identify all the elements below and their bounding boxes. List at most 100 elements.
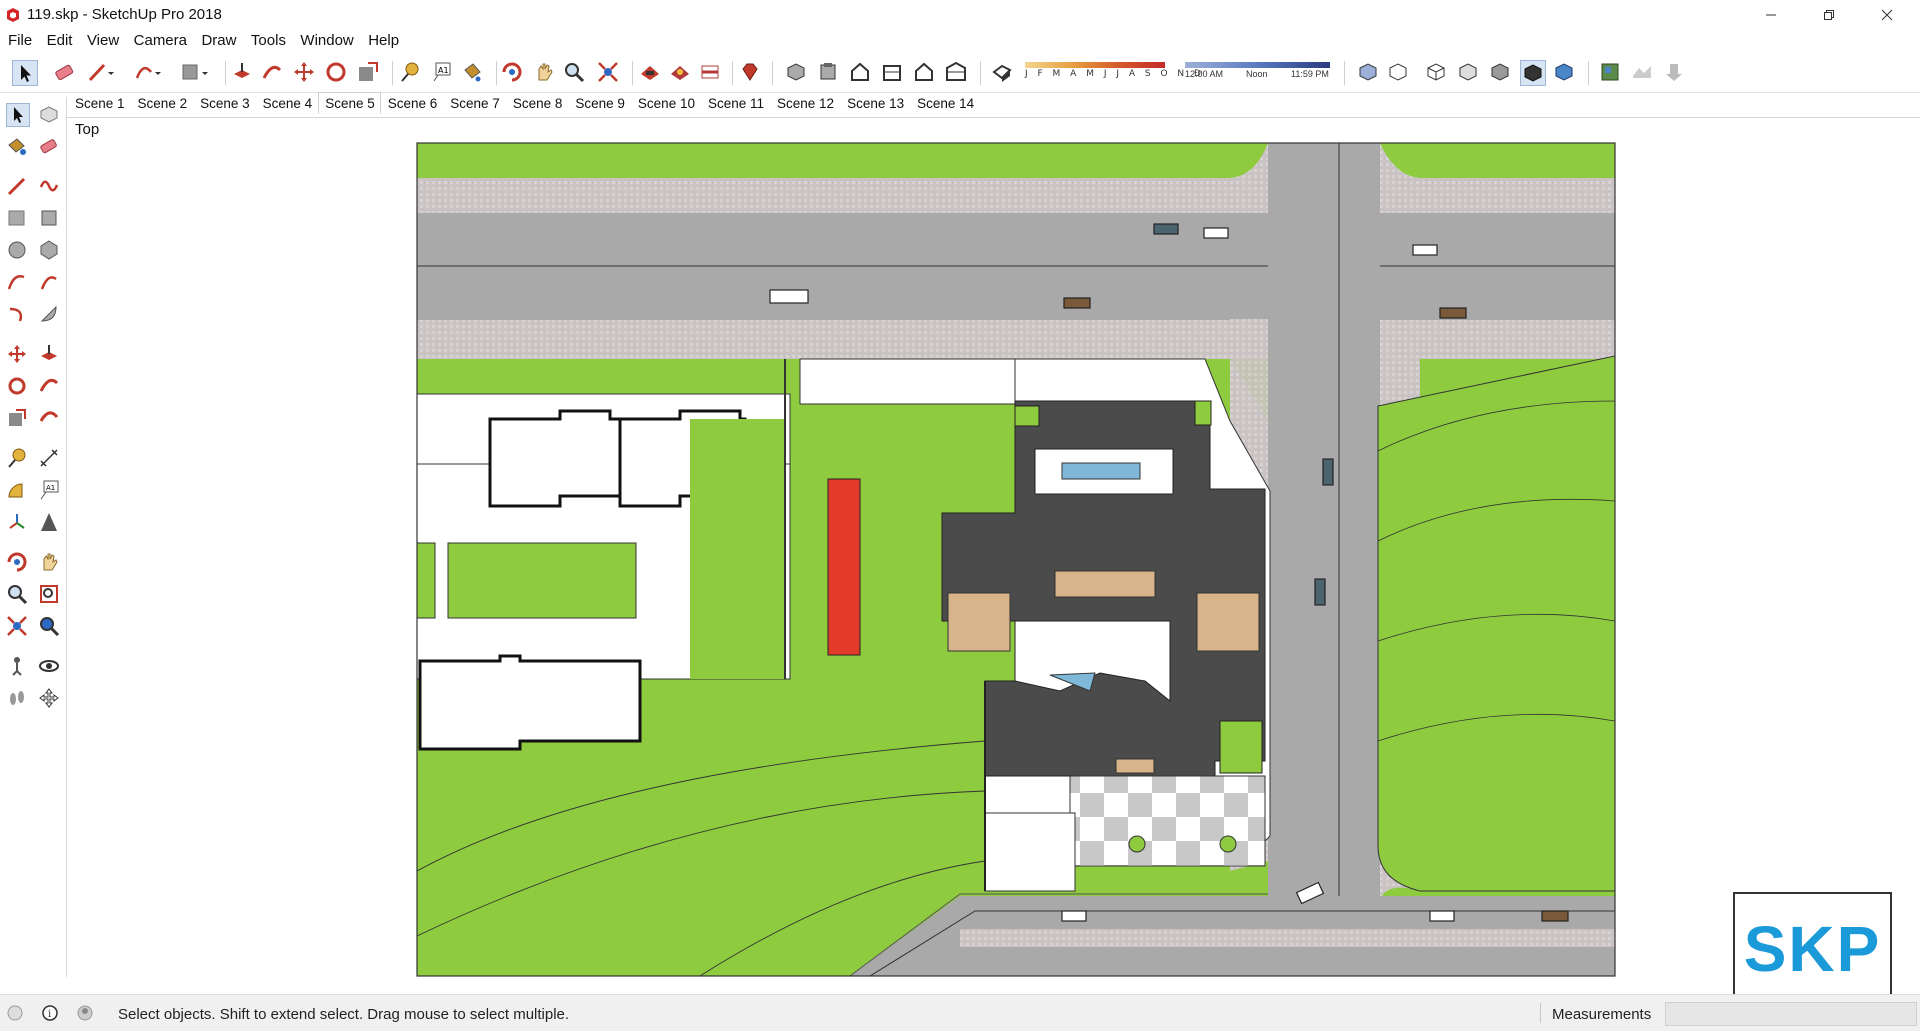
zoom-extents-icon[interactable] (6, 615, 28, 637)
protractor-icon[interactable] (6, 479, 28, 501)
view-right-icon[interactable] (880, 60, 904, 84)
tab-scene-12[interactable]: Scene 12 (770, 92, 840, 114)
menu-window[interactable]: Window (295, 30, 358, 49)
select-tool-icon[interactable] (12, 60, 38, 86)
make-component-icon[interactable] (38, 103, 60, 125)
look-around-icon[interactable] (38, 655, 60, 677)
time-slider[interactable] (1185, 62, 1330, 68)
tab-scene-14[interactable]: Scene 14 (910, 92, 980, 114)
axes-tool-icon[interactable] (6, 511, 28, 533)
arc-tool-icon[interactable] (133, 60, 161, 84)
tab-scene-7[interactable]: Scene 7 (443, 92, 506, 114)
arc-tool-icon[interactable] (6, 271, 28, 293)
photo-textures-icon[interactable] (1662, 60, 1686, 84)
share-model-icon[interactable] (668, 60, 692, 84)
zoom-window-icon[interactable] (38, 583, 60, 605)
menu-draw[interactable]: Draw (196, 30, 241, 49)
menu-edit[interactable]: Edit (42, 30, 78, 49)
style-monochrome-icon[interactable] (1520, 60, 1546, 86)
tab-scene-6[interactable]: Scene 6 (381, 92, 444, 114)
offset-tool-icon[interactable] (38, 407, 60, 429)
ruby-icon[interactable] (738, 60, 762, 84)
position-camera-icon[interactable] (6, 655, 28, 677)
close-button[interactable] (1858, 0, 1916, 30)
two-point-arc-icon[interactable] (38, 271, 60, 293)
view-left-icon[interactable] (944, 60, 968, 84)
freehand-tool-icon[interactable] (38, 175, 60, 197)
tab-scene-11[interactable]: Scene 11 (701, 92, 770, 114)
orbit-icon[interactable] (6, 551, 28, 573)
text-tool-icon[interactable]: A1 (430, 60, 454, 84)
measurements-input[interactable] (1665, 1002, 1917, 1026)
previous-view-icon[interactable] (38, 615, 60, 637)
menu-help[interactable]: Help (363, 30, 404, 49)
month-slider[interactable] (1025, 62, 1165, 68)
zoom-icon[interactable] (6, 583, 28, 605)
style-wireframe-icon[interactable] (1386, 60, 1410, 84)
view-top-icon[interactable] (816, 60, 840, 84)
model-viewport[interactable] (67, 117, 1920, 992)
view-iso-icon[interactable] (784, 60, 808, 84)
section-plane-icon[interactable] (38, 687, 60, 709)
follow-me-icon[interactable] (260, 60, 284, 84)
zoom-icon[interactable] (562, 60, 586, 84)
style-xray-icon[interactable] (1356, 60, 1380, 84)
rotated-rectangle-icon[interactable] (38, 207, 60, 229)
user-account-icon[interactable] (76, 1004, 94, 1022)
polygon-tool-icon[interactable] (38, 239, 60, 261)
style-hidden-line-icon[interactable] (1424, 60, 1448, 84)
eraser-icon[interactable] (38, 135, 60, 157)
walk-icon[interactable] (6, 687, 28, 709)
dimension-tool-icon[interactable] (38, 447, 60, 469)
menu-tools[interactable]: Tools (246, 30, 291, 49)
text-tool-icon[interactable]: A1 (38, 479, 60, 501)
tab-scene-3[interactable]: Scene 3 (193, 92, 256, 114)
scale-tool-icon[interactable] (356, 60, 380, 84)
move-tool-icon[interactable] (292, 60, 316, 84)
rotate-tool-icon[interactable] (6, 375, 28, 397)
shadows-toggle-icon[interactable] (990, 60, 1014, 84)
tab-scene-4[interactable]: Scene 4 (256, 92, 319, 114)
rectangle-tool-icon[interactable] (180, 60, 208, 84)
style-color-icon[interactable] (1552, 60, 1576, 84)
rectangle-tool-icon[interactable] (6, 207, 28, 229)
eraser-icon[interactable] (52, 60, 76, 84)
3d-text-icon[interactable] (38, 511, 60, 533)
pencil-line-icon[interactable] (86, 60, 114, 84)
restore-button[interactable] (1800, 0, 1858, 30)
rotate-tool-icon[interactable] (324, 60, 348, 84)
scale-tool-icon[interactable] (6, 407, 28, 429)
pie-tool-icon[interactable] (38, 303, 60, 325)
style-textured-icon[interactable] (1488, 60, 1512, 84)
tab-scene-9[interactable]: Scene 9 (568, 92, 631, 114)
view-front-icon[interactable] (848, 60, 872, 84)
select-tool-icon[interactable] (6, 103, 30, 127)
line-tool-icon[interactable] (6, 175, 28, 197)
three-point-arc-icon[interactable] (6, 303, 28, 325)
pan-icon[interactable] (38, 551, 60, 573)
menu-view[interactable]: View (82, 30, 124, 49)
zoom-extents-icon[interactable] (596, 60, 620, 84)
geolocation-icon[interactable] (6, 1004, 24, 1022)
circle-tool-icon[interactable] (6, 239, 28, 261)
credits-info-icon[interactable]: i (41, 1004, 59, 1022)
extension-warehouse-icon[interactable] (698, 60, 722, 84)
menu-camera[interactable]: Camera (129, 30, 192, 49)
paint-bucket-icon[interactable] (6, 135, 28, 157)
style-shaded-icon[interactable] (1456, 60, 1480, 84)
move-tool-icon[interactable] (6, 343, 28, 365)
follow-me-icon[interactable] (38, 375, 60, 397)
add-location-icon[interactable] (1598, 60, 1622, 84)
warehouse-icon[interactable] (638, 60, 662, 84)
tab-scene-10[interactable]: Scene 10 (631, 92, 701, 114)
push-pull-icon[interactable] (230, 60, 254, 84)
view-back-icon[interactable] (912, 60, 936, 84)
paint-bucket-icon[interactable] (460, 60, 484, 84)
menu-file[interactable]: File (3, 30, 37, 49)
pan-icon[interactable] (532, 60, 556, 84)
push-pull-icon[interactable] (38, 343, 60, 365)
tab-scene-13[interactable]: Scene 13 (840, 92, 910, 114)
tab-scene-8[interactable]: Scene 8 (506, 92, 569, 114)
tab-scene-5[interactable]: Scene 5 (318, 92, 381, 114)
orbit-icon[interactable] (500, 60, 524, 84)
